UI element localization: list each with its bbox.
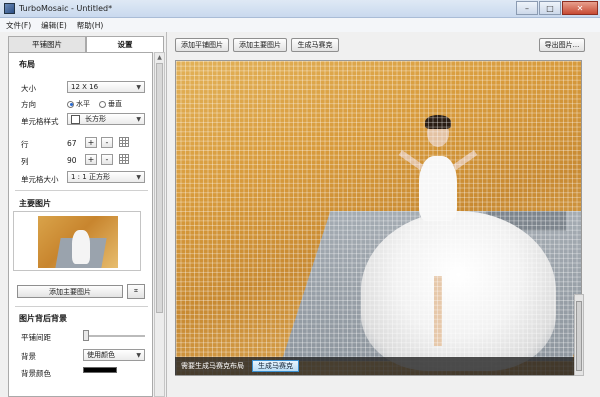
cols-increase-button[interactable]: + <box>85 154 97 165</box>
background-color-swatch[interactable] <box>83 367 117 373</box>
main-image-section-title: 主要图片 <box>19 199 51 208</box>
cols-decrease-button[interactable]: - <box>101 154 113 165</box>
direction-vertical-radio[interactable]: 垂直 <box>99 99 122 109</box>
direction-vertical-label: 垂直 <box>108 100 122 108</box>
chevron-down-icon: ▼ <box>136 351 141 359</box>
sidebar-scroll-thumb[interactable] <box>156 63 163 313</box>
scroll-up-icon[interactable]: ▲ <box>155 53 164 62</box>
close-button[interactable]: ✕ <box>562 1 598 15</box>
cell-style-select[interactable]: 长方形 ▼ <box>67 113 145 125</box>
cell-size-select[interactable]: 1 : 1 正方形 ▼ <box>67 171 145 183</box>
cell-shape-swatch <box>71 114 80 124</box>
tab-settings[interactable]: 设置 <box>86 36 164 52</box>
background-color-label: 背景颜色 <box>21 369 51 378</box>
add-main-image-button[interactable]: 添加主要图片 <box>17 285 123 298</box>
tile-spacing-slider-handle[interactable] <box>83 330 89 341</box>
grid-icon <box>119 137 129 147</box>
menu-bar: 文件(F) 编辑(E) 帮助(H) <box>0 18 600 32</box>
chevron-down-icon: ▼ <box>136 115 141 123</box>
title-bar: TurboMosaic - Untitled* – □ ✕ <box>0 0 600 18</box>
menu-help[interactable]: 帮助(H) <box>77 20 104 31</box>
minimize-button[interactable]: – <box>516 1 538 15</box>
cell-size-label: 单元格大小 <box>21 175 59 184</box>
cell-style-value: 长方形 <box>85 115 106 123</box>
direction-horizontal-radio[interactable]: 水平 <box>67 99 90 109</box>
background-select[interactable]: 使用颜色 ▼ <box>83 349 145 361</box>
status-bar: 需要生成马赛克布局 生成马赛克 <box>175 357 582 375</box>
zoom-slider-thumb[interactable] <box>576 301 582 371</box>
rows-value: 67 <box>67 139 77 148</box>
cols-value: 90 <box>67 156 77 165</box>
tile-spacing-label: 平铺间距 <box>21 333 51 342</box>
sidebar-tabs: 平铺图片 设置 <box>8 36 164 52</box>
size-label: 大小 <box>21 84 36 93</box>
cell-style-label: 单元格样式 <box>21 117 59 126</box>
mosaic-grid-overlay <box>176 61 581 375</box>
direction-label: 方向 <box>21 100 36 109</box>
sidebar-scrollbar[interactable]: ▲ <box>154 52 165 397</box>
add-tile-images-button[interactable]: 添加平铺图片 <box>175 38 229 52</box>
grid-icon <box>119 154 129 164</box>
background-label: 背景 <box>21 352 36 361</box>
mosaic-preview[interactable] <box>175 60 582 376</box>
thumbnail-bride <box>72 230 90 264</box>
direction-horizontal-label: 水平 <box>76 100 90 108</box>
section-divider <box>15 306 148 307</box>
size-select-value: 12 X 16 <box>71 83 99 91</box>
status-message: 需要生成马赛克布局 <box>181 362 244 370</box>
window-controls: – □ ✕ <box>515 1 598 15</box>
crop-icon: ⌗ <box>134 287 138 295</box>
background-select-value: 使用颜色 <box>87 351 115 359</box>
window-title: TurboMosaic - Untitled* <box>19 4 113 13</box>
tab-tile-images[interactable]: 平铺图片 <box>8 36 86 52</box>
crop-button[interactable]: ⌗ <box>127 284 145 299</box>
size-select[interactable]: 12 X 16 ▼ <box>67 81 145 93</box>
radio-selected-icon <box>67 100 74 108</box>
main-image-frame <box>13 211 141 271</box>
section-divider <box>15 190 148 191</box>
menu-file[interactable]: 文件(F) <box>6 20 31 31</box>
background-section-title: 图片背后背景 <box>19 314 67 323</box>
chevron-down-icon: ▼ <box>136 173 141 181</box>
zoom-slider[interactable] <box>574 294 584 376</box>
export-image-button[interactable]: 导出图片... <box>539 38 585 52</box>
maximize-button[interactable]: □ <box>539 1 561 15</box>
main-image-thumbnail[interactable] <box>38 216 118 268</box>
cols-label: 列 <box>21 157 29 166</box>
main-area: 添加平铺图片 添加主要图片 生成马赛克 导出图片... 需要生成马赛克布局 生成… <box>167 32 600 397</box>
app-icon <box>4 3 15 14</box>
cell-size-value: 1 : 1 正方形 <box>71 173 110 181</box>
rows-decrease-button[interactable]: - <box>101 137 113 148</box>
radio-unselected-icon <box>99 100 106 108</box>
generate-mosaic-button[interactable]: 生成马赛克 <box>291 38 339 52</box>
chevron-down-icon: ▼ <box>136 83 141 91</box>
settings-sidebar: 平铺图片 设置 布局 大小 12 X 16 ▼ 方向 水平 垂直 单元格样式 长… <box>0 32 167 397</box>
status-generate-button[interactable]: 生成马赛克 <box>252 360 299 372</box>
rows-increase-button[interactable]: + <box>85 137 97 148</box>
rows-label: 行 <box>21 140 29 149</box>
tile-spacing-slider-track[interactable] <box>87 335 145 337</box>
settings-panel: 布局 大小 12 X 16 ▼ 方向 水平 垂直 单元格样式 长方形 ▼ 行 6… <box>8 52 153 397</box>
layout-section-title: 布局 <box>19 60 35 69</box>
menu-edit[interactable]: 编辑(E) <box>41 20 67 31</box>
add-main-image-toolbar-button[interactable]: 添加主要图片 <box>233 38 287 52</box>
